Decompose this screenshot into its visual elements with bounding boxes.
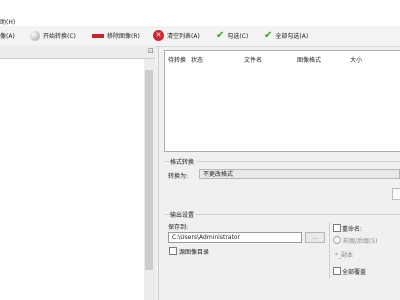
save-to-label: 保存到: [168,224,189,231]
folder-tree-panel[interactable] [0,59,145,300]
add-image-button[interactable]: 像(A) [0,29,15,42]
output-group-border [164,214,400,215]
start-convert-button[interactable]: 开始转换(C) [30,29,76,42]
check-icon: ✔ [216,29,225,41]
output-group-divider [329,222,330,278]
start-convert-icon [30,30,40,41]
panel-splitter[interactable] [158,46,159,300]
menu-bar [0,0,400,26]
column-header-size[interactable]: 大小 [350,55,362,64]
output-group-title: 输出设置 [170,210,197,219]
column-header-pending[interactable]: 待转换 [168,55,186,64]
column-header-format[interactable]: 图像格式 [297,55,321,64]
left-scrollbar-thumb[interactable] [145,70,153,270]
browse-button[interactable]: ... [305,232,325,243]
column-header-filename[interactable]: 文件名 [244,55,262,64]
clear-list-icon: ✕ [153,30,164,41]
save-path-input[interactable]: C:\Users\Administrator [168,232,302,243]
remove-image-label: 移除图像(R) [107,33,140,40]
source-dir-checkbox[interactable] [169,247,177,255]
check-all-icon: ✔ [264,29,273,41]
format-options-button[interactable] [392,188,400,200]
source-dir-label: 源图像目录 [179,249,210,256]
start-convert-label: 开始转换(C) [43,33,76,40]
pin-icon[interactable]: ⊡ [148,47,154,55]
column-header-status[interactable]: 状态 [191,55,203,64]
convert-to-label: 转换为: [168,173,189,180]
check-all-button[interactable]: ✔ 全部勾选(A) [264,29,308,42]
remove-image-button[interactable]: 移除图像(R) [92,29,140,42]
name-pattern-value: *_副本 [335,252,354,259]
rename-label: 重命名: [342,226,363,233]
check-all-label: 全部勾选(A) [275,33,309,40]
format-group-border [164,161,400,162]
format-select[interactable]: 不更改格式 [199,169,400,179]
overwrite-all-checkbox[interactable] [333,267,341,275]
check-label: 勾选(C) [227,33,249,40]
check-button[interactable]: ✔ 勾选(C) [216,29,248,42]
overwrite-all-label: 全部覆盖 [342,269,367,276]
format-group-title: 格式转换 [170,157,197,166]
file-list-table[interactable] [164,50,400,152]
prefix-suffix-label: 前缀/后缀(S) [343,238,378,245]
menu-help[interactable]: 助(H) [0,17,15,26]
rename-checkbox[interactable] [333,224,341,232]
remove-image-icon [92,33,104,38]
prefix-suffix-radio[interactable] [333,236,341,244]
add-image-label: 像(A) [0,33,15,40]
clear-list-label: 清空列表(A) [167,33,200,40]
left-panel-header [0,46,155,59]
clear-list-button[interactable]: ✕ 清空列表(A) [153,29,200,42]
